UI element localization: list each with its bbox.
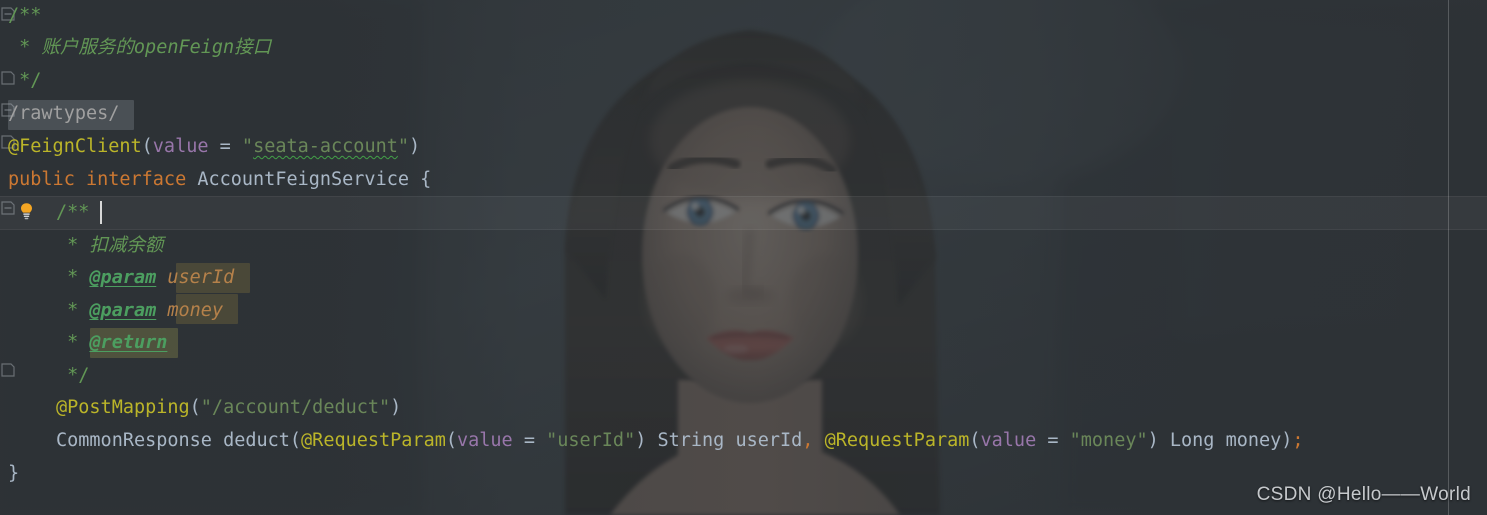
code-token: seata-account: [253, 136, 398, 157]
code-text-area[interactable]: /** * 账户服务的openFeign接口 */ /rawtypes/ @Feig…: [0, 0, 1487, 515]
code-line[interactable]: * @return: [0, 327, 1487, 360]
code-token: deduct: [223, 430, 290, 451]
code-token: /**: [8, 5, 42, 26]
code-token: *: [56, 235, 90, 256]
code-line[interactable]: /**: [0, 197, 1487, 230]
code-token: value: [980, 430, 1037, 451]
code-token: @param: [89, 300, 157, 321]
code-token: (: [445, 430, 457, 451]
code-token: *: [56, 332, 90, 353]
code-token: value: [152, 136, 209, 157]
code-token: =: [512, 430, 547, 451]
code-token: @PostMapping: [56, 397, 190, 418]
code-token: @RequestParam: [824, 430, 970, 451]
csdn-watermark: CSDN @Hello——World: [1256, 484, 1471, 505]
code-token: */: [56, 365, 90, 386]
code-token: 扣减余额: [89, 235, 164, 256]
code-token: ;: [1292, 430, 1304, 451]
code-editor-window[interactable]: /** * 账户服务的openFeign接口 */ /rawtypes/ @Feig…: [0, 0, 1487, 515]
code-line[interactable]: * 扣减余额: [0, 230, 1487, 263]
code-token: @RequestParam: [301, 430, 446, 451]
code-line[interactable]: */: [0, 65, 1487, 98]
code-token: /**: [56, 202, 90, 223]
code-token: "/account/deduct": [200, 397, 391, 418]
code-token: @param: [89, 267, 157, 288]
code-token: 账户服务的openFeign接口: [41, 37, 272, 58]
code-token: @FeignClient: [8, 136, 142, 157]
code-line[interactable]: @PostMapping("/account/deduct"): [0, 392, 1487, 425]
code-token: =: [1036, 430, 1070, 451]
code-token: "userId": [546, 430, 636, 451]
code-token: @return: [89, 332, 168, 353]
code-token: *: [8, 37, 42, 58]
code-line[interactable]: /**: [0, 0, 1487, 33]
code-token: String userId: [646, 430, 803, 451]
code-line[interactable]: @FeignClient(value = "seata-account"): [0, 131, 1487, 164]
code-token: (: [289, 430, 302, 451]
code-token: ): [390, 397, 402, 418]
code-token: }: [8, 463, 20, 484]
code-line[interactable]: public interface AccountFeignService {: [0, 164, 1487, 197]
code-token: ,: [802, 430, 814, 451]
code-token: =: [208, 136, 242, 157]
code-token: ": [397, 136, 409, 157]
code-token: ): [635, 430, 647, 451]
code-token: "money": [1069, 430, 1148, 451]
code-token: /rawtypes/: [8, 103, 120, 124]
code-token: *: [56, 267, 90, 288]
code-token: AccountFeignService {: [186, 169, 432, 190]
code-token: */: [8, 70, 42, 91]
code-line[interactable]: /rawtypes/: [0, 98, 1487, 131]
right-margin-guide: [1448, 0, 1449, 515]
code-token: (: [189, 397, 201, 418]
code-token: (: [969, 430, 981, 451]
code-token: public: [8, 169, 75, 190]
code-token: ): [1147, 430, 1159, 451]
code-token: interface: [85, 169, 187, 190]
code-line[interactable]: * 账户服务的openFeign接口: [0, 32, 1487, 65]
text-caret: [100, 201, 102, 224]
code-token: Long money): [1158, 430, 1293, 451]
code-token: (: [141, 136, 153, 157]
code-token: ": [241, 136, 254, 157]
code-line[interactable]: */: [0, 360, 1487, 393]
code-token: money: [167, 300, 224, 321]
code-token: CommonResponse: [56, 430, 224, 451]
code-token: *: [56, 300, 90, 321]
code-token: userId: [167, 267, 235, 288]
code-token: value: [456, 430, 513, 451]
code-line[interactable]: CommonResponse deduct(@RequestParam(valu…: [0, 425, 1487, 458]
code-token: ): [409, 136, 421, 157]
